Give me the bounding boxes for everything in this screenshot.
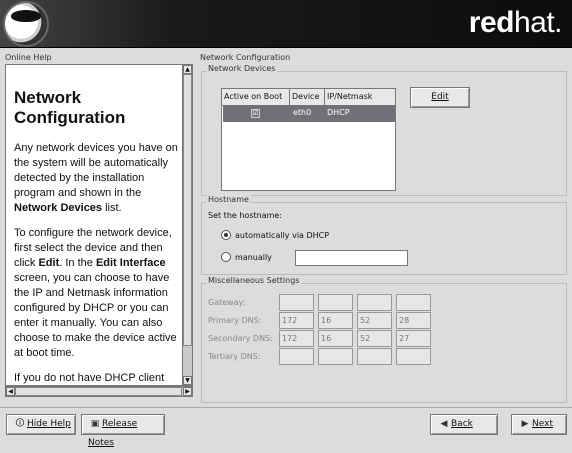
- device-ip-netmask: DHCP: [327, 108, 350, 117]
- help-paragraph-2: To configure the network device, first s…: [14, 227, 177, 359]
- hostname-prompt: Set the hostname:: [208, 211, 283, 220]
- tertiary-dns-octet-1[interactable]: [279, 348, 314, 365]
- gateway-octet-2[interactable]: [318, 294, 353, 311]
- installer-window: redhat. Online Help Network Configuratio…: [0, 0, 572, 448]
- edit-button[interactable]: Edit: [410, 87, 470, 108]
- tertiary-dns-label: Tertiary DNS:: [208, 352, 261, 361]
- gateway-octet-1[interactable]: [279, 294, 314, 311]
- manual-radio-label: manually: [235, 253, 272, 262]
- redhat-banner: redhat.: [0, 0, 572, 48]
- primary-dns-octet-3[interactable]: 52: [357, 312, 392, 329]
- miscellaneous-settings-group: Miscellaneous Settings Gateway: Primary …: [201, 276, 567, 403]
- scroll-up-arrow-icon[interactable]: ▲: [183, 65, 192, 74]
- scroll-left-arrow-icon[interactable]: ◀: [6, 387, 15, 396]
- primary-dns-octet-1[interactable]: 172: [279, 312, 314, 329]
- secondary-dns-octet-4[interactable]: 27: [396, 330, 431, 347]
- arrow-right-icon: ▶: [521, 419, 529, 429]
- help-text-area[interactable]: Network Configuration Any network device…: [5, 64, 182, 386]
- gateway-label: Gateway:: [208, 298, 246, 307]
- network-device-list[interactable]: Active on Boot Device IP/Netmask ☑ eth0 …: [221, 88, 396, 191]
- scroll-down-arrow-icon[interactable]: ▼: [183, 376, 192, 385]
- arrow-left-icon: ◀: [440, 419, 448, 429]
- primary-dns-label: Primary DNS:: [208, 316, 262, 325]
- help-paragraph-1: Any network devices you have on the syst…: [14, 142, 178, 214]
- active-on-boot-header[interactable]: Active on Boot: [222, 89, 290, 106]
- secondary-dns-octet-3[interactable]: 52: [357, 330, 392, 347]
- device-row-eth0[interactable]: ☑ eth0 DHCP: [223, 106, 395, 122]
- network-configuration-title: Network Configuration: [200, 53, 291, 62]
- tertiary-dns-octet-3[interactable]: [357, 348, 392, 365]
- gateway-octet-3[interactable]: [357, 294, 392, 311]
- hostname-automatic-radio[interactable]: automatically via DHCP: [221, 230, 329, 240]
- hostname-label: Hostname: [206, 195, 251, 204]
- back-button[interactable]: ◀ Back: [430, 414, 498, 435]
- tertiary-dns-octet-2[interactable]: [318, 348, 353, 365]
- help-paragraph-3: If you do not have DHCP client access or…: [14, 372, 165, 384]
- network-devices-group: Network Devices Active on Boot Device IP…: [201, 64, 567, 196]
- hostname-manual-radio[interactable]: manually: [221, 252, 272, 262]
- secondary-dns-octet-2[interactable]: 16: [318, 330, 353, 347]
- primary-dns-octet-4[interactable]: 28: [396, 312, 431, 329]
- device-header[interactable]: Device: [290, 89, 325, 106]
- automatic-radio-label: automatically via DHCP: [235, 231, 330, 240]
- help-horizontal-scrollbar[interactable]: ◀ ▶: [5, 386, 193, 397]
- selected-radio-icon[interactable]: [221, 230, 231, 240]
- notes-icon: ▣: [90, 419, 100, 429]
- help-heading: Network Configuration: [14, 88, 126, 127]
- help-horizontal-thumb[interactable]: [15, 387, 182, 396]
- red-hat-icon: [11, 10, 41, 22]
- hide-help-button[interactable]: 🛈 Hide Help: [6, 414, 76, 435]
- gateway-octet-4[interactable]: [396, 294, 431, 311]
- help-icon: 🛈: [15, 419, 25, 429]
- network-devices-label: Network Devices: [206, 64, 278, 73]
- navigation-bar: 🛈 Hide Help ▣ Release Notes ◀ Back ▶ Next: [0, 407, 572, 448]
- help-vertical-scrollbar[interactable]: ▲ ▼: [182, 64, 193, 386]
- release-notes-button[interactable]: ▣ Release Notes: [81, 414, 165, 448]
- primary-dns-octet-2[interactable]: 16: [318, 312, 353, 329]
- device-name: eth0: [293, 108, 312, 117]
- ip-netmask-header[interactable]: IP/Netmask: [325, 89, 396, 106]
- redhat-logo-text: redhat.: [468, 6, 563, 39]
- scroll-right-arrow-icon[interactable]: ▶: [183, 387, 192, 396]
- next-button[interactable]: ▶ Next: [511, 414, 567, 435]
- tertiary-dns-octet-4[interactable]: [396, 348, 431, 365]
- hostname-group: Hostname Set the hostname: automatically…: [201, 195, 567, 275]
- miscellaneous-settings-label: Miscellaneous Settings: [206, 276, 302, 285]
- secondary-dns-label: Secondary DNS:: [208, 334, 273, 343]
- active-on-boot-checkbox[interactable]: ☑: [251, 109, 260, 118]
- online-help-panel: Online Help Network Configuration Any ne…: [5, 53, 193, 407]
- secondary-dns-octet-1[interactable]: 172: [279, 330, 314, 347]
- shadowman-logo: [3, 1, 49, 47]
- unselected-radio-icon[interactable]: [221, 252, 231, 262]
- online-help-label: Online Help: [5, 53, 52, 62]
- manual-hostname-input[interactable]: [295, 250, 408, 266]
- help-scroll-thumb[interactable]: [183, 74, 192, 346]
